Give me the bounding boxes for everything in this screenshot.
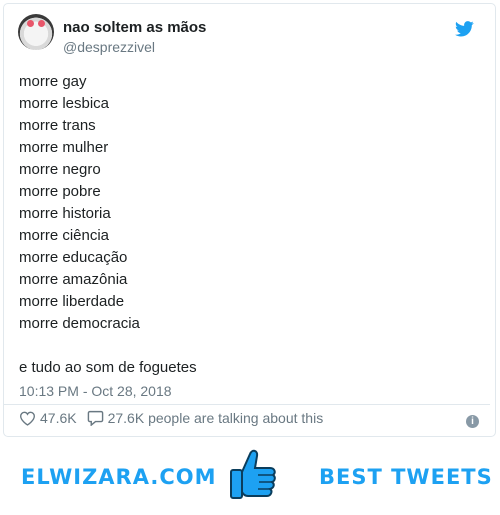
- tweet-line: morre trans: [19, 117, 96, 134]
- talking-link[interactable]: 27.6K people are talking about this: [87, 410, 324, 426]
- tweet-line: morre lesbica: [19, 95, 110, 112]
- user-handle[interactable]: @desprezzivel: [63, 39, 155, 55]
- talking-count: 27.6K people are talking about this: [107, 410, 324, 426]
- tweet-line: morre pobre: [19, 183, 101, 200]
- tweet-line: morre mulher: [19, 139, 109, 156]
- tweet-line: morre ciência: [19, 227, 110, 244]
- speech-bubble-icon: [87, 410, 103, 426]
- avatar[interactable]: [18, 14, 54, 50]
- tweet-line: morre amazônia: [19, 271, 128, 288]
- info-icon[interactable]: i: [466, 415, 479, 428]
- tweet-line: morre negro: [19, 161, 101, 178]
- like-button[interactable]: 47.6K: [19, 410, 77, 426]
- tweet-line: morre democracia: [19, 315, 140, 332]
- tweet-line: morre educação: [19, 249, 128, 266]
- tweet-line: morre liberdade: [19, 293, 125, 310]
- tweet-text: morre gay morre lesbica morre trans morr…: [19, 71, 140, 335]
- display-name[interactable]: nao soltem as mãos: [63, 19, 206, 36]
- like-count: 47.6K: [40, 410, 77, 426]
- tweet-timestamp[interactable]: 10:13 PM - Oct 28, 2018: [19, 383, 172, 399]
- tweet-line: morre gay: [19, 73, 87, 90]
- heart-icon: [19, 411, 36, 426]
- tweet-line: morre historia: [19, 205, 111, 222]
- thumbs-up-icon: [230, 449, 276, 499]
- avatar-ear: [27, 20, 34, 27]
- banner-site-name[interactable]: ELWIZARA.COM: [21, 465, 217, 489]
- twitter-bird-icon[interactable]: [455, 21, 474, 37]
- tweet-closing-line: e tudo ao som de foguetes: [19, 359, 197, 376]
- divider: [3, 404, 490, 405]
- tweet-actions: 47.6K 27.6K people are talking about thi…: [19, 410, 333, 426]
- banner-tagline[interactable]: BEST TWEETS: [319, 465, 493, 489]
- avatar-ear: [38, 20, 45, 27]
